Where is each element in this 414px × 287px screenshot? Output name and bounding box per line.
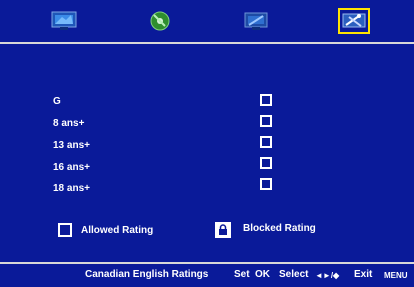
tv-menu-screen: G 8 ans+ 13 ans+ 16 ans+ 18 ans+ Allowed…	[0, 0, 414, 287]
channel-tab[interactable]	[240, 8, 272, 34]
rating-checkbox[interactable]	[260, 157, 272, 169]
rating-checkbox[interactable]	[260, 115, 272, 127]
sound-disc-icon	[150, 11, 170, 31]
rating-label: 8 ans+	[53, 118, 85, 129]
footer-title: Canadian English Ratings	[85, 269, 209, 280]
rating-checkbox[interactable]	[260, 136, 272, 148]
menu-tab-bar	[0, 0, 414, 42]
footer-select-label: Select	[279, 269, 309, 280]
rating-label: 16 ans+	[53, 162, 90, 173]
rating-checkbox[interactable]	[260, 178, 272, 190]
footer-ok-label[interactable]: OK	[255, 269, 270, 280]
audio-tab[interactable]	[144, 8, 176, 34]
lock-icon	[219, 224, 227, 235]
rating-label: 13 ans+	[53, 140, 90, 151]
blocked-lock-icon-box	[215, 222, 231, 238]
allowed-rating-checkbox-icon	[58, 223, 72, 237]
settings-tools-icon	[342, 13, 366, 28]
allowed-rating-label: Allowed Rating	[81, 225, 154, 236]
channel-icon	[244, 12, 268, 30]
footer-select-keys-icon[interactable]: ◄►/◆	[315, 271, 339, 280]
lock-settings-tab[interactable]	[338, 8, 370, 34]
rating-label: 18 ans+	[53, 183, 90, 194]
rating-label: G	[53, 96, 61, 107]
picture-tab[interactable]	[48, 8, 80, 34]
top-divider	[0, 42, 414, 44]
tv-icon	[51, 11, 77, 30]
footer-exit-label: Exit	[354, 269, 373, 280]
blocked-rating-label: Blocked Rating	[243, 223, 316, 234]
footer-menu-key[interactable]: MENU	[384, 271, 408, 280]
footer-set-label: Set	[234, 269, 250, 280]
rating-checkbox[interactable]	[260, 94, 272, 106]
